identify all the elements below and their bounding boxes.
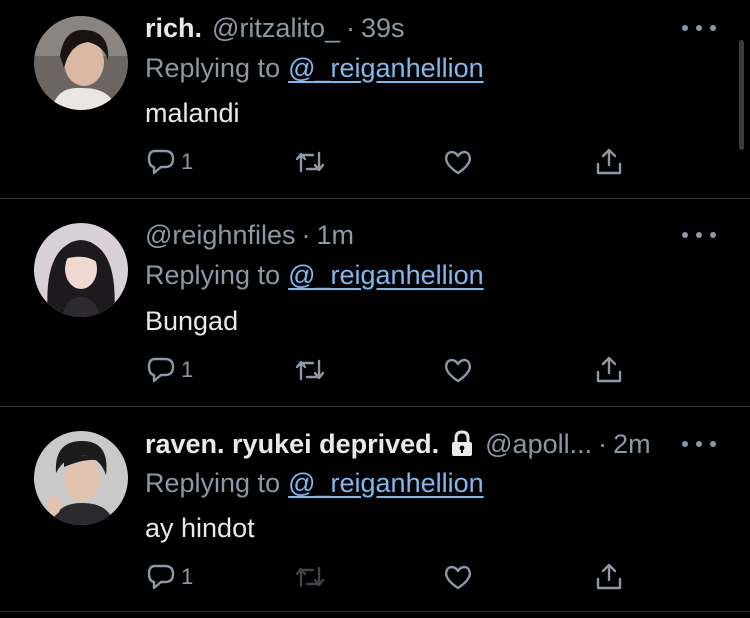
- retweet-icon: [295, 566, 325, 588]
- tweet[interactable]: raven. ryukei deprived. @apoll... · 2m R…: [0, 407, 750, 612]
- tweet-header: rich. @ritzalito_ · 39s: [145, 8, 670, 48]
- avatar[interactable]: [34, 431, 128, 525]
- more-options-icon[interactable]: [682, 434, 716, 454]
- action-bar: 1: [145, 350, 645, 390]
- display-name[interactable]: raven. ryukei deprived.: [145, 424, 439, 464]
- replying-to: Replying to @_reiganhellion: [145, 463, 484, 503]
- tweet-header: raven. ryukei deprived. @apoll... · 2m: [145, 424, 670, 464]
- reply-button[interactable]: 1: [145, 142, 193, 182]
- reply-icon: [147, 357, 175, 383]
- display-name[interactable]: rich.: [145, 8, 202, 48]
- retweet-button[interactable]: [293, 557, 327, 597]
- avatar[interactable]: [34, 16, 128, 110]
- tweet-header: @reighnfiles · 1m: [145, 215, 670, 255]
- like-button[interactable]: [442, 142, 474, 182]
- replying-to: Replying to @_reiganhellion: [145, 255, 484, 295]
- handle[interactable]: @apoll...: [485, 424, 592, 464]
- share-button[interactable]: [593, 350, 625, 390]
- replying-to-link[interactable]: @_reiganhellion: [288, 260, 484, 290]
- like-icon: [444, 565, 472, 590]
- like-icon: [444, 150, 472, 175]
- retweet-button[interactable]: [293, 142, 327, 182]
- scrollbar[interactable]: [739, 40, 744, 150]
- like-icon: [444, 358, 472, 383]
- replying-to-label: Replying to: [145, 468, 281, 498]
- reply-button[interactable]: 1: [145, 557, 193, 597]
- action-bar: 1: [145, 142, 645, 182]
- separator-dot: ·: [345, 13, 355, 43]
- reply-count: 1: [181, 564, 194, 589]
- tweet[interactable]: rich. @ritzalito_ · 39s Replying to @_rei…: [0, 0, 750, 199]
- handle[interactable]: @ritzalito_: [212, 8, 340, 48]
- separator-dot: ·: [598, 429, 608, 459]
- replying-to-label: Replying to: [145, 260, 281, 290]
- tweet-text: ay hindot: [145, 513, 255, 543]
- more-options-icon[interactable]: [682, 18, 716, 38]
- separator-dot: ·: [301, 220, 311, 250]
- reply-count: 1: [181, 357, 194, 382]
- retweet-button[interactable]: [293, 350, 327, 390]
- reply-button[interactable]: 1: [145, 350, 193, 390]
- timestamp[interactable]: 2m: [613, 424, 651, 464]
- tweet-text: Bungad: [145, 306, 239, 336]
- action-bar: 1: [145, 557, 645, 597]
- like-button[interactable]: [442, 350, 474, 390]
- share-icon: [596, 148, 622, 175]
- reply-icon: [147, 564, 175, 590]
- handle[interactable]: @reighnfiles: [145, 215, 295, 255]
- like-button[interactable]: [442, 557, 474, 597]
- avatar[interactable]: [34, 223, 128, 317]
- reply-feed: rich. @ritzalito_ · 39s Replying to @_rei…: [0, 0, 750, 618]
- retweet-icon: [295, 151, 325, 173]
- more-options-icon[interactable]: [682, 225, 716, 245]
- timestamp[interactable]: 39s: [361, 8, 405, 48]
- reply-count: 1: [181, 149, 194, 174]
- replying-to-link[interactable]: @_reiganhellion: [288, 53, 484, 83]
- reply-icon: [147, 149, 175, 175]
- timestamp[interactable]: 1m: [316, 215, 354, 255]
- replying-to-link[interactable]: @_reiganhellion: [288, 468, 484, 498]
- tweet[interactable]: @reighnfiles · 1m Replying to @_reiganhel…: [0, 199, 750, 407]
- share-button[interactable]: [593, 557, 625, 597]
- replying-to-label: Replying to: [145, 53, 281, 83]
- retweet-icon: [295, 359, 325, 381]
- share-button[interactable]: [593, 142, 625, 182]
- share-icon: [596, 356, 622, 383]
- tweet-text: malandi: [145, 98, 240, 128]
- share-icon: [596, 563, 622, 590]
- lock-icon: [449, 430, 475, 458]
- replying-to: Replying to @_reiganhellion: [145, 48, 484, 88]
